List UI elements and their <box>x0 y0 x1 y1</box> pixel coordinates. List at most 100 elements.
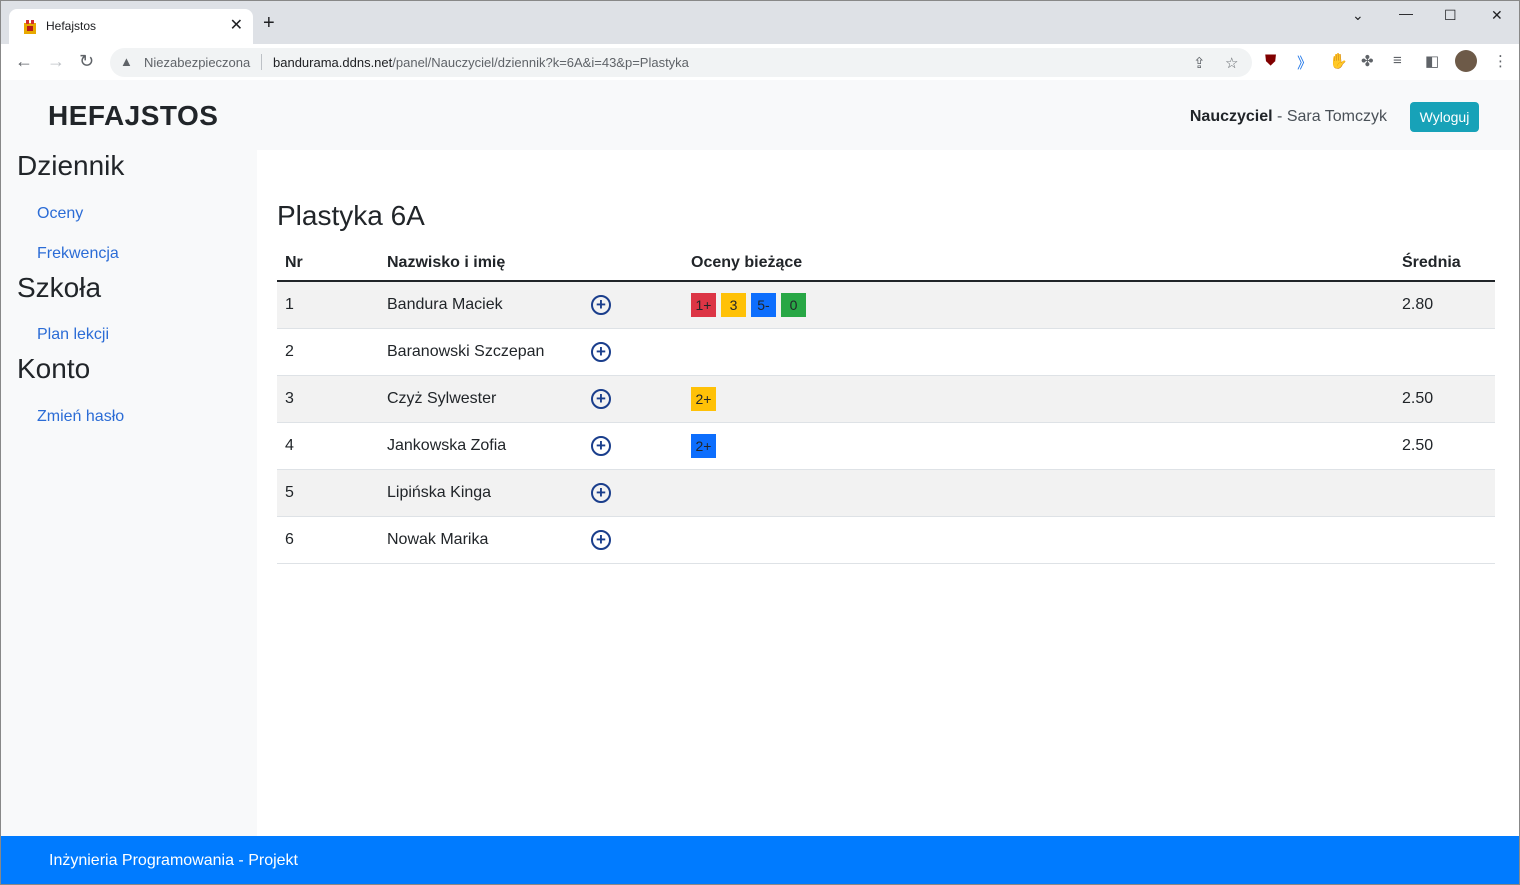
row-add-cell: + <box>583 281 683 329</box>
row-student-name: Nowak Marika <box>379 516 583 564</box>
add-grade-icon[interactable]: + <box>591 294 611 315</box>
table-row: 5 Lipińska Kinga + <box>277 469 1495 517</box>
row-student-name: Czyż Sylwester <box>379 375 583 423</box>
sidebar: Dziennik Oceny Frekwencja Szkoła Plan le… <box>1 150 257 836</box>
hefajstos-favicon-icon <box>24 20 36 34</box>
user-role: Nauczyciel <box>1189 108 1273 125</box>
row-student-name: Lipińska Kinga <box>379 469 583 517</box>
address-bar[interactable]: ▲ Niezabezpieczona bandurama.ddns.net/pa… <box>110 48 1252 77</box>
page-title: Plastyka 6A <box>277 200 425 231</box>
add-grade-icon[interactable]: + <box>591 482 611 503</box>
tab-title: Hefajstos <box>46 19 97 33</box>
user-name: - Sara Tomczyk <box>1272 108 1387 125</box>
back-button[interactable]: ← <box>15 52 33 70</box>
forward-button[interactable]: → <box>47 52 65 70</box>
row-student-name: Baranowski Szczepan <box>379 328 583 376</box>
new-tab-button[interactable]: + <box>263 13 275 33</box>
add-grade-icon[interactable]: + <box>591 388 611 409</box>
sidebar-link-zmien-haslo[interactable]: Zmień hasło <box>37 408 124 426</box>
brand-logo[interactable]: HEFAJSTOS <box>48 100 218 132</box>
grade-badge[interactable]: 0 <box>781 292 806 317</box>
row-average: 2.50 <box>1394 422 1495 470</box>
row-student-name: Jankowska Zofia <box>379 422 583 470</box>
add-grade-icon[interactable]: + <box>591 341 611 362</box>
row-add-cell: + <box>583 375 683 423</box>
user-info: Nauczyciel - Sara Tomczyk <box>1190 108 1387 126</box>
share-icon[interactable]: ⇪ <box>1193 54 1206 72</box>
column-header-grades: Oceny bieżące <box>683 246 1394 282</box>
footer-text: Inżynieria Programowania - Projekt <box>49 852 298 869</box>
grades-table: Nr Nazwisko i imię Oceny bieżące Średnia… <box>277 246 1495 564</box>
tab-close-icon[interactable]: ✕ <box>230 15 243 35</box>
main-content: Plastyka 6A Nr Nazwisko i imię Oceny bie… <box>257 150 1519 836</box>
tab-search-chevron-icon[interactable]: ⌄ <box>1352 7 1364 24</box>
reload-button[interactable]: ↻ <box>79 52 94 70</box>
column-header-average: Średnia <box>1394 246 1495 282</box>
table-row: 2 Baranowski Szczepan + <box>277 328 1495 376</box>
side-panel-icon[interactable]: ◧ <box>1425 52 1439 70</box>
grade-badge[interactable]: 2+ <box>691 386 716 411</box>
row-nr: 5 <box>277 469 379 517</box>
row-grades-cell <box>683 469 1394 517</box>
window-close-button[interactable]: ✕ <box>1491 7 1503 24</box>
bookmark-star-icon[interactable]: ☆ <box>1225 54 1238 72</box>
row-grades-cell <box>683 516 1394 564</box>
row-add-cell: + <box>583 516 683 564</box>
grade-badge[interactable]: 3 <box>721 292 746 317</box>
add-grade-icon[interactable]: + <box>591 529 611 550</box>
row-add-cell: + <box>583 422 683 470</box>
row-average: 2.80 <box>1394 281 1495 329</box>
browser-tab[interactable]: Hefajstos ✕ <box>9 9 253 44</box>
add-grade-icon[interactable]: + <box>591 435 611 456</box>
footer: Inżynieria Programowania - Projekt <box>1 836 1519 884</box>
ublock-icon[interactable]: ⛊ <box>1265 52 1276 69</box>
read-aloud-icon[interactable]: 》 <box>1297 52 1312 73</box>
grade-badge[interactable]: 1+ <box>691 292 716 317</box>
extensions-puzzle-icon[interactable]: ✤ <box>1361 52 1374 70</box>
profile-avatar[interactable] <box>1455 50 1477 72</box>
row-add-cell: + <box>583 328 683 376</box>
sidebar-link-plan-lekcji[interactable]: Plan lekcji <box>37 326 109 344</box>
column-header-nr: Nr <box>277 246 379 282</box>
sidebar-section-dziennik: Dziennik <box>17 150 125 181</box>
warning-icon[interactable]: ▲ <box>120 54 133 69</box>
table-row: 4 Jankowska Zofia +2+ 2.50 <box>277 422 1495 470</box>
sidebar-link-oceny[interactable]: Oceny <box>37 205 83 223</box>
table-row: 1 Bandura Maciek +1+ 3 5- 0 2.80 <box>277 281 1495 329</box>
row-add-cell: + <box>583 469 683 517</box>
page: HEFAJSTOS Nauczyciel - Sara Tomczyk Wylo… <box>1 80 1519 884</box>
sidebar-section-szkola: Szkoła <box>17 272 102 303</box>
media-queue-icon[interactable]: ≡ <box>1393 52 1402 69</box>
logout-button[interactable]: Wyloguj <box>1410 102 1479 132</box>
row-nr: 3 <box>277 375 379 423</box>
row-nr: 2 <box>277 328 379 376</box>
row-nr: 4 <box>277 422 379 470</box>
table-row: 3 Czyż Sylwester +2+ 2.50 <box>277 375 1495 423</box>
table-row: 6 Nowak Marika + <box>277 516 1495 564</box>
dislike-extension-icon[interactable]: ✋ <box>1329 52 1348 70</box>
insecure-label[interactable]: Niezabezpieczona <box>144 55 250 70</box>
minimize-button[interactable]: — <box>1399 5 1413 21</box>
row-average <box>1394 469 1495 517</box>
sidebar-section-konto: Konto <box>17 353 91 384</box>
browser-toolbar: ← → ↻ ▲ Niezabezpieczona bandurama.ddns.… <box>1 44 1519 81</box>
maximize-button[interactable]: ☐ <box>1444 7 1457 24</box>
table-header-row: Nr Nazwisko i imię Oceny bieżące Średnia <box>277 246 1495 282</box>
row-grades-cell: 2+ <box>683 375 1394 423</box>
url-text[interactable]: bandurama.ddns.net/panel/Nauczyciel/dzie… <box>273 55 689 70</box>
row-grades-cell: 2+ <box>683 422 1394 470</box>
address-separator <box>261 54 262 70</box>
grade-badge[interactable]: 2+ <box>691 433 716 458</box>
url-domain: bandurama.ddns.net <box>273 55 393 70</box>
tab-bar: Hefajstos ✕ + ⌄ — ☐ ✕ <box>1 1 1519 44</box>
row-average <box>1394 516 1495 564</box>
sidebar-link-frekwencja[interactable]: Frekwencja <box>37 245 119 263</box>
row-nr: 1 <box>277 281 379 329</box>
column-header-add <box>583 246 683 282</box>
row-average: 2.50 <box>1394 375 1495 423</box>
row-average <box>1394 328 1495 376</box>
browser-menu-icon[interactable]: ⋮ <box>1493 52 1508 70</box>
grade-badge[interactable]: 5- <box>751 292 776 317</box>
row-student-name: Bandura Maciek <box>379 281 583 329</box>
row-nr: 6 <box>277 516 379 564</box>
